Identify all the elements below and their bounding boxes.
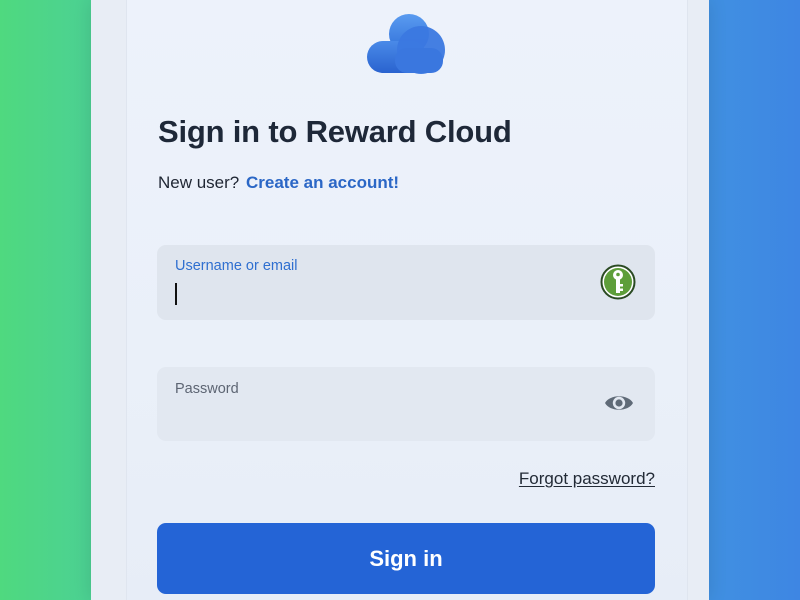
signup-prompt: New user? Create an account!	[158, 173, 399, 193]
signup-prompt-text: New user?	[158, 173, 240, 192]
password-label: Password	[175, 381, 239, 397]
create-account-link[interactable]: Create an account!	[246, 173, 399, 192]
username-input[interactable]	[173, 281, 577, 311]
page-title: Sign in to Reward Cloud	[158, 114, 512, 149]
username-field[interactable]: Username or email	[157, 245, 655, 320]
password-field[interactable]: Password	[157, 367, 655, 441]
sign-in-button[interactable]: Sign in	[157, 523, 655, 594]
eye-icon[interactable]	[603, 391, 635, 415]
username-label: Username or email	[175, 258, 298, 274]
password-input[interactable]	[173, 403, 577, 433]
forgot-password-link[interactable]: Forgot password?	[519, 469, 655, 489]
cloud-icon	[367, 14, 445, 74]
key-icon[interactable]	[600, 264, 636, 300]
